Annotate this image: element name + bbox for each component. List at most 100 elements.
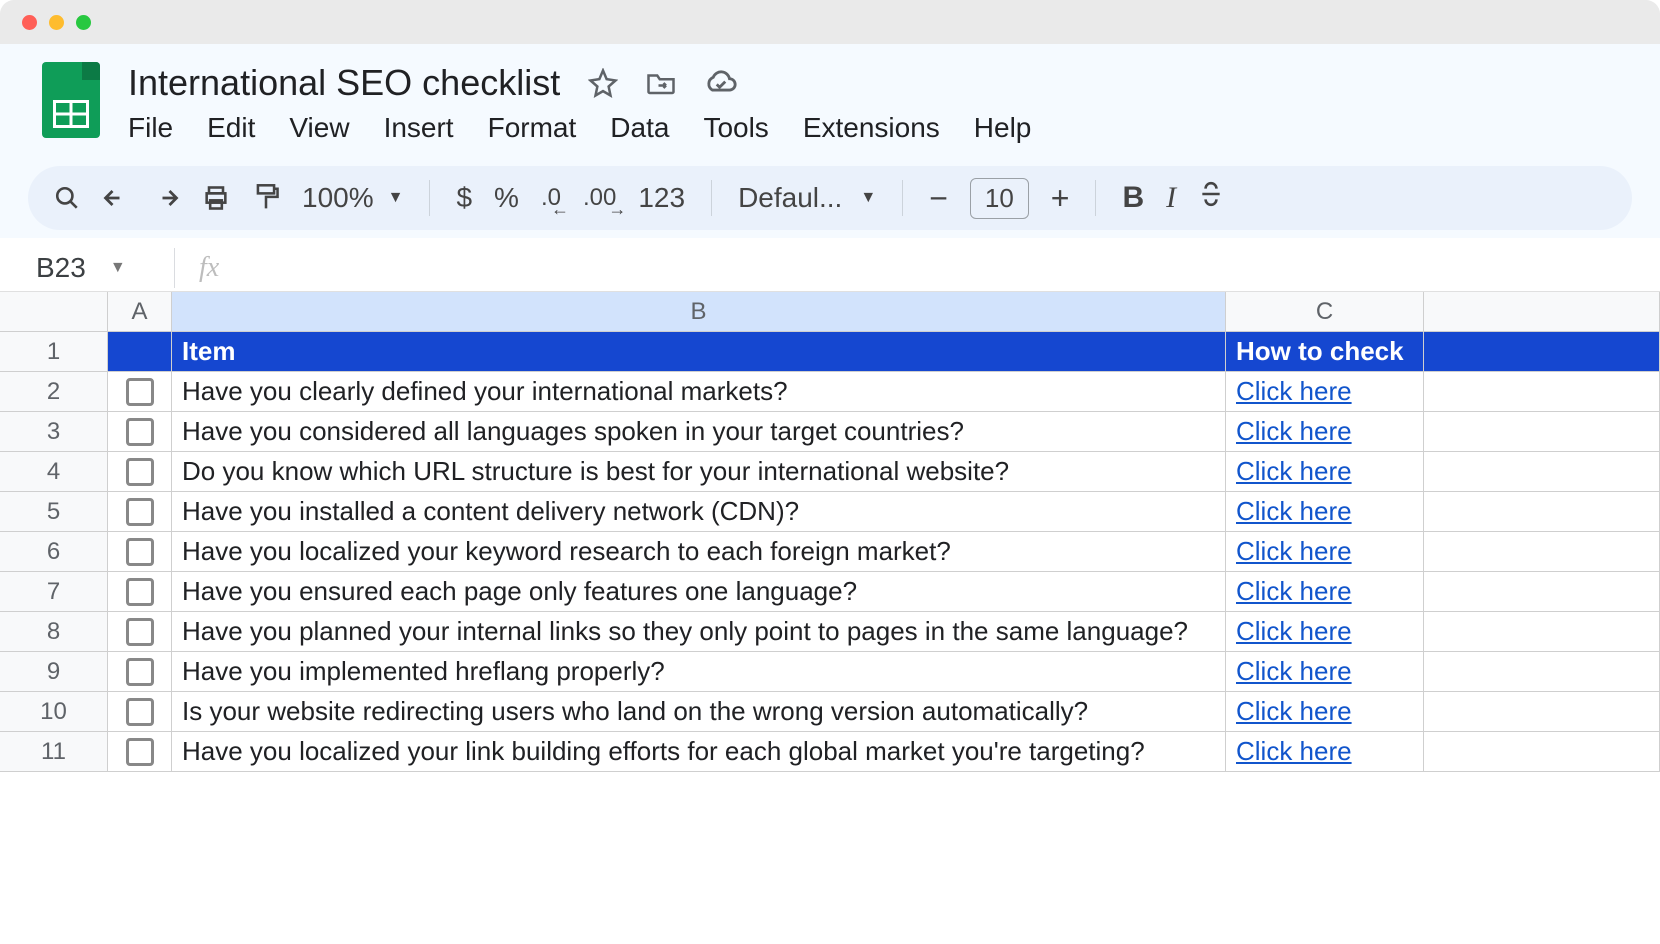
checkbox-icon[interactable] (126, 658, 154, 686)
cell[interactable] (1424, 652, 1660, 691)
checkbox-cell[interactable] (108, 532, 172, 571)
column-header-c[interactable]: C (1226, 292, 1424, 331)
item-cell[interactable]: Have you installed a content delivery ne… (172, 492, 1226, 531)
bold-button[interactable]: B (1122, 181, 1144, 215)
row-header[interactable]: 10 (0, 692, 108, 731)
italic-button[interactable]: I (1166, 181, 1176, 215)
redo-icon[interactable] (152, 187, 180, 209)
checkbox-cell[interactable] (108, 652, 172, 691)
checkbox-icon[interactable] (126, 418, 154, 446)
click-here-link[interactable]: Click here (1236, 496, 1352, 527)
maximize-window-button[interactable] (76, 15, 91, 30)
checkbox-icon[interactable] (126, 698, 154, 726)
checkbox-icon[interactable] (126, 498, 154, 526)
spreadsheet-grid[interactable]: A B C 1 Item How to check 2 Have you cle… (0, 292, 1660, 772)
checkbox-cell[interactable] (108, 452, 172, 491)
item-cell[interactable]: Have you planned your internal links so … (172, 612, 1226, 651)
link-cell[interactable]: Click here (1226, 412, 1424, 451)
header-how[interactable]: How to check (1226, 332, 1424, 371)
cell[interactable] (1424, 532, 1660, 571)
row-header[interactable]: 5 (0, 492, 108, 531)
font-size-input[interactable]: 10 (970, 178, 1029, 219)
link-cell[interactable]: Click here (1226, 572, 1424, 611)
minimize-window-button[interactable] (49, 15, 64, 30)
menu-edit[interactable]: Edit (207, 112, 255, 144)
name-box[interactable]: B23 ▼ (36, 252, 156, 284)
row-header[interactable]: 6 (0, 532, 108, 571)
item-cell[interactable]: Have you implemented hreflang properly? (172, 652, 1226, 691)
click-here-link[interactable]: Click here (1236, 456, 1352, 487)
link-cell[interactable]: Click here (1226, 612, 1424, 651)
print-icon[interactable] (202, 184, 230, 212)
click-here-link[interactable]: Click here (1236, 696, 1352, 727)
click-here-link[interactable]: Click here (1236, 656, 1352, 687)
checkbox-cell[interactable] (108, 372, 172, 411)
click-here-link[interactable]: Click here (1236, 536, 1352, 567)
select-all-corner[interactable] (0, 292, 108, 331)
link-cell[interactable]: Click here (1226, 732, 1424, 771)
item-cell[interactable]: Have you localized your link building ef… (172, 732, 1226, 771)
menu-view[interactable]: View (289, 112, 349, 144)
column-header-extra[interactable] (1424, 292, 1660, 331)
menu-file[interactable]: File (128, 112, 173, 144)
currency-format-button[interactable]: $ (456, 182, 472, 214)
item-cell[interactable]: Is your website redirecting users who la… (172, 692, 1226, 731)
row-header[interactable]: 3 (0, 412, 108, 451)
checkbox-cell[interactable] (108, 572, 172, 611)
header-item[interactable]: Item (172, 332, 1226, 371)
column-header-b[interactable]: B (172, 292, 1226, 331)
link-cell[interactable]: Click here (1226, 452, 1424, 491)
cloud-saved-icon[interactable] (704, 70, 738, 96)
cell[interactable] (108, 332, 172, 371)
percent-format-button[interactable]: % (494, 182, 519, 214)
checkbox-icon[interactable] (126, 378, 154, 406)
item-cell[interactable]: Have you considered all languages spoken… (172, 412, 1226, 451)
decrease-font-size-button[interactable]: − (929, 180, 948, 217)
checkbox-icon[interactable] (126, 578, 154, 606)
menu-help[interactable]: Help (974, 112, 1032, 144)
cell[interactable] (1424, 732, 1660, 771)
item-cell[interactable]: Do you know which URL structure is best … (172, 452, 1226, 491)
menu-tools[interactable]: Tools (703, 112, 768, 144)
row-header[interactable]: 2 (0, 372, 108, 411)
click-here-link[interactable]: Click here (1236, 376, 1352, 407)
click-here-link[interactable]: Click here (1236, 736, 1352, 767)
item-cell[interactable]: Have you localized your keyword research… (172, 532, 1226, 571)
link-cell[interactable]: Click here (1226, 492, 1424, 531)
checkbox-icon[interactable] (126, 458, 154, 486)
font-family-dropdown[interactable]: Defaul... ▼ (738, 182, 876, 214)
cell[interactable] (1424, 692, 1660, 731)
cell[interactable] (1424, 372, 1660, 411)
menu-extensions[interactable]: Extensions (803, 112, 940, 144)
menu-insert[interactable]: Insert (384, 112, 454, 144)
undo-icon[interactable] (102, 187, 130, 209)
move-folder-icon[interactable] (646, 70, 676, 96)
close-window-button[interactable] (22, 15, 37, 30)
menu-format[interactable]: Format (488, 112, 577, 144)
star-icon[interactable] (588, 68, 618, 98)
row-header[interactable]: 1 (0, 332, 108, 371)
link-cell[interactable]: Click here (1226, 372, 1424, 411)
row-header[interactable]: 7 (0, 572, 108, 611)
cell[interactable] (1424, 332, 1660, 371)
cell[interactable] (1424, 412, 1660, 451)
click-here-link[interactable]: Click here (1236, 576, 1352, 607)
item-cell[interactable]: Have you ensured each page only features… (172, 572, 1226, 611)
cell[interactable] (1424, 572, 1660, 611)
increase-decimal-button[interactable]: .00→ (583, 184, 616, 212)
zoom-dropdown[interactable]: 100% ▼ (302, 182, 403, 214)
checkbox-cell[interactable] (108, 732, 172, 771)
checkbox-cell[interactable] (108, 412, 172, 451)
click-here-link[interactable]: Click here (1236, 416, 1352, 447)
column-header-a[interactable]: A (108, 292, 172, 331)
checkbox-cell[interactable] (108, 692, 172, 731)
item-cell[interactable]: Have you clearly defined your internatio… (172, 372, 1226, 411)
row-header[interactable]: 11 (0, 732, 108, 771)
increase-font-size-button[interactable]: + (1051, 180, 1070, 217)
row-header[interactable]: 4 (0, 452, 108, 491)
more-formats-button[interactable]: 123 (638, 182, 685, 214)
sheets-logo-icon[interactable] (42, 62, 100, 138)
link-cell[interactable]: Click here (1226, 532, 1424, 571)
checkbox-cell[interactable] (108, 492, 172, 531)
checkbox-cell[interactable] (108, 612, 172, 651)
